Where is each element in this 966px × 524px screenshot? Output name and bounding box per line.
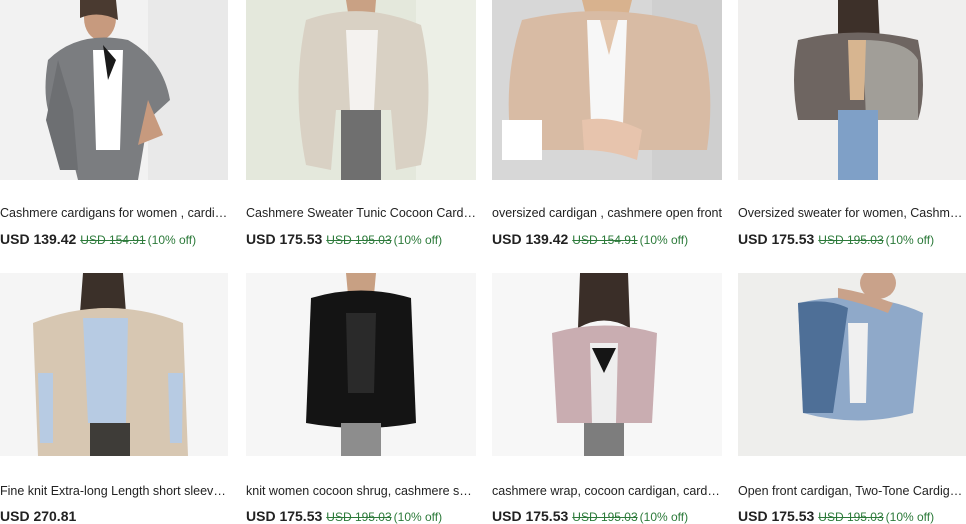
listing-card[interactable]: Fine knit Extra-long Length short sleeve…: [0, 273, 230, 524]
original-price: USD 195.03: [326, 233, 392, 247]
discount-label: (10% off): [147, 233, 197, 247]
listing-title[interactable]: Open front cardigan, Two-Tone Cardigan, …: [738, 484, 966, 498]
listing-image[interactable]: [246, 0, 476, 180]
listing-image[interactable]: [492, 273, 722, 456]
listing-title[interactable]: Fine knit Extra-long Length short sleeve…: [0, 484, 230, 498]
listing-title[interactable]: oversized cardigan , cashmere open front: [492, 206, 722, 220]
listing-price: USD 175.53: [738, 231, 815, 247]
listing-price: USD 175.53: [246, 231, 323, 247]
listing-card[interactable]: Cashmere Sweater Tunic Cocoon Cardigan U…: [246, 0, 476, 250]
listing-card[interactable]: oversized cardigan , cashmere open front…: [492, 0, 722, 250]
original-price: USD 154.91: [80, 233, 146, 247]
listing-image[interactable]: [738, 273, 966, 456]
listing-card[interactable]: Cashmere cardigans for women , cardigan …: [0, 0, 230, 250]
listing-price: USD 139.42: [492, 231, 569, 247]
discount-label: (10% off): [885, 233, 935, 247]
listing-card[interactable]: Oversized sweater for women, Cashmere ca…: [738, 0, 966, 250]
listing-image[interactable]: [0, 0, 228, 180]
listing-title[interactable]: Cashmere Sweater Tunic Cocoon Cardigan: [246, 206, 476, 220]
listing-card[interactable]: Open front cardigan, Two-Tone Cardigan, …: [738, 273, 966, 524]
discount-label: (10% off): [393, 233, 443, 247]
listing-title[interactable]: Oversized sweater for women, Cashmere ca…: [738, 206, 966, 220]
listing-title[interactable]: cashmere wrap, cocoon cardigan, cardigan…: [492, 484, 722, 498]
listing-card[interactable]: cashmere wrap, cocoon cardigan, cardigan…: [492, 273, 722, 524]
listing-image[interactable]: [738, 0, 966, 180]
listing-title[interactable]: Cashmere cardigans for women , cardigan …: [0, 206, 230, 220]
discount-label: (10% off): [639, 233, 689, 247]
listing-image[interactable]: [492, 0, 722, 180]
listing-card[interactable]: knit women cocoon shrug, cashmere shrug …: [246, 273, 476, 524]
listing-image[interactable]: [246, 273, 476, 456]
listing-image[interactable]: [0, 273, 228, 456]
listing-price: USD 139.42: [0, 231, 77, 247]
original-price: USD 195.03: [818, 233, 884, 247]
original-price: USD 154.91: [572, 233, 638, 247]
listing-title[interactable]: knit women cocoon shrug, cashmere shrug: [246, 484, 476, 498]
